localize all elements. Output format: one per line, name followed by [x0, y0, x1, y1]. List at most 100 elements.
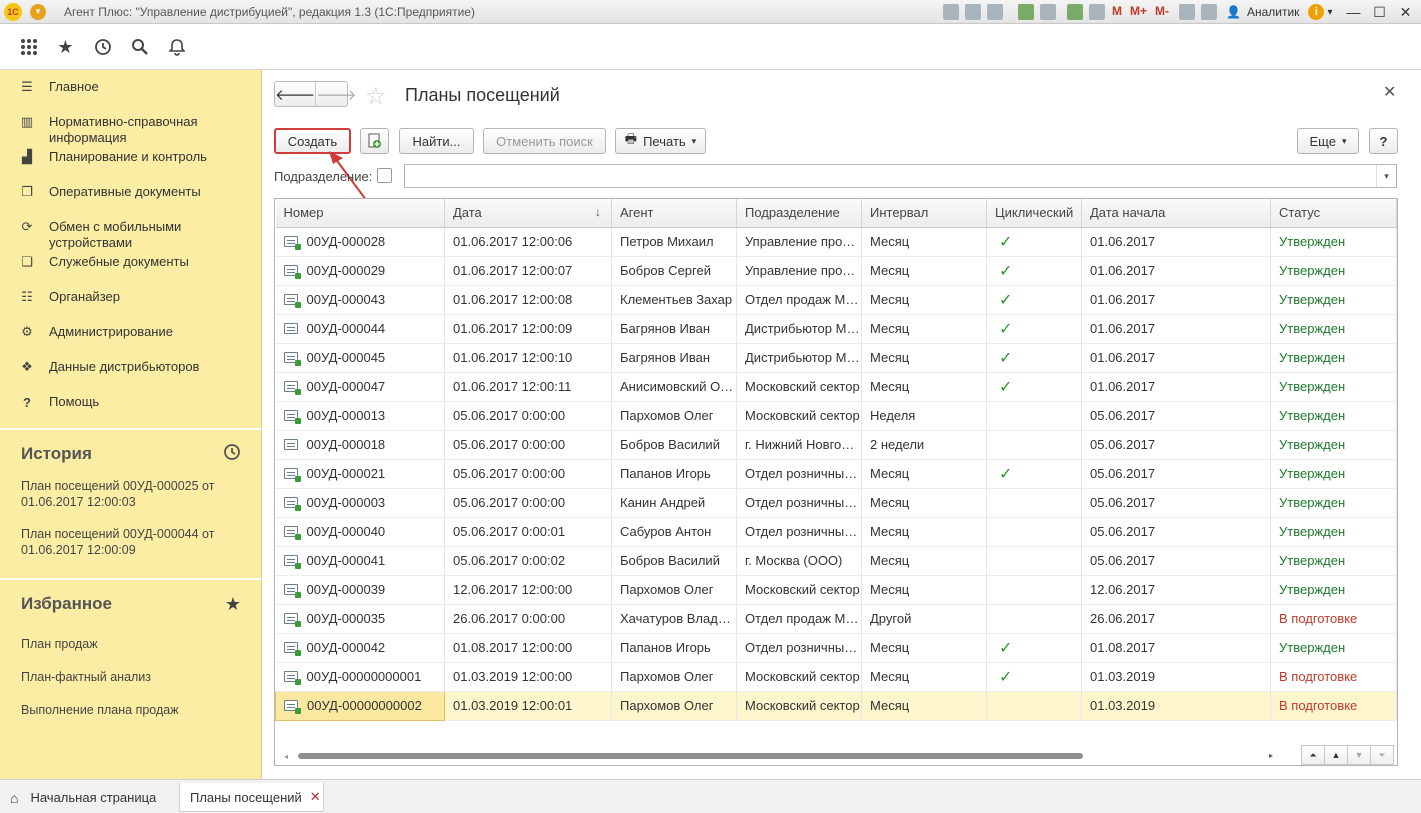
main-menu-icon[interactable]: ▾ [30, 3, 46, 20]
cell-status[interactable]: Утвержден [1270, 430, 1397, 460]
cell-status[interactable]: Утвержден [1270, 488, 1397, 518]
cell-department[interactable]: Отдел розничных продаж [736, 488, 862, 518]
cell-interval[interactable]: Месяц [861, 546, 987, 576]
cell-agent[interactable]: Бобров Василий [611, 430, 737, 460]
chevron-down-icon[interactable]: ▾ [1376, 165, 1396, 187]
save-icon[interactable] [943, 4, 959, 20]
cell-cyclic[interactable] [986, 430, 1082, 460]
cell-start-date[interactable]: 01.06.2017 [1081, 285, 1271, 315]
sidebar-item-administration[interactable]: ⚙ Администрирование [0, 321, 261, 356]
cell-agent[interactable]: Анисимовский Олег [611, 372, 737, 402]
info-dropdown-icon[interactable]: ▾ [1327, 7, 1332, 18]
cell-interval[interactable]: Месяц [861, 662, 987, 692]
cell-agent[interactable]: Сабуров Антон [611, 517, 737, 547]
cell-cyclic[interactable]: ✓ [986, 459, 1082, 489]
table-row[interactable]: 00УД-000029 01.06.2017 12:00:07 Бобров Сер… [275, 256, 1397, 286]
table-row[interactable]: 00УД-000040 05.06.2017 0:00:01 Сабуров Ант… [275, 517, 1397, 547]
cell-number[interactable]: 00УД-000035 [275, 604, 445, 634]
cell-status[interactable]: В подготовке [1270, 662, 1397, 692]
cell-date[interactable]: 01.03.2019 12:00:00 [444, 662, 612, 692]
cell-agent[interactable]: Багрянов Иван [611, 314, 737, 344]
form-close-icon[interactable]: ✕ [1383, 82, 1396, 102]
favorite-item[interactable]: Выполнение плана продаж [0, 694, 261, 727]
cell-start-date[interactable]: 01.03.2019 [1081, 662, 1271, 692]
cell-agent[interactable]: Папанов Игорь [611, 459, 737, 489]
cell-start-date[interactable]: 01.03.2019 [1081, 691, 1271, 721]
cell-department[interactable]: Отдел розничных продаж [736, 517, 862, 547]
cell-cyclic[interactable] [986, 604, 1082, 634]
sidebar-item-main[interactable]: ☰ Главное [0, 76, 261, 111]
cell-number[interactable]: 00УД-000045 [275, 343, 445, 373]
forward-arrow-icon[interactable]: 🡒 [315, 82, 356, 106]
column-header-department[interactable]: Подразделение [736, 199, 862, 228]
history-item[interactable]: План посещений 00УД-000025 от 01.06.2017… [0, 478, 261, 510]
help-button[interactable]: ? [1369, 128, 1398, 154]
cell-start-date[interactable]: 01.06.2017 [1081, 372, 1271, 402]
table-row[interactable]: 00УД-000041 05.06.2017 0:00:02 Бобров Васи… [275, 546, 1397, 576]
cell-interval[interactable]: Месяц [861, 575, 987, 605]
table-row[interactable]: 00УД-000045 01.06.2017 12:00:10 Багрянов И… [275, 343, 1397, 373]
tab-home[interactable]: ⌂ Начальная страница [10, 783, 156, 812]
add-favorite-star-icon[interactable]: ☆ [365, 82, 387, 111]
panels-icon[interactable] [1201, 4, 1218, 20]
cell-status[interactable]: В подготовке [1270, 691, 1397, 721]
table-row[interactable]: 00УД-000028 01.06.2017 12:00:06 Петров Мих… [275, 227, 1397, 257]
table-row[interactable]: 00УД-00000000002 01.03.2019 12:00:01 Пархо… [275, 690, 1397, 721]
cell-number[interactable]: 00УД-00000000001 [275, 662, 445, 692]
cell-number[interactable]: 00УД-000047 [275, 372, 445, 402]
cell-interval[interactable]: Месяц [861, 459, 987, 489]
back-arrow-icon[interactable]: 🡐 [275, 82, 315, 106]
cell-start-date[interactable]: 01.06.2017 [1081, 227, 1271, 257]
column-header-date[interactable]: Дата ↓ [444, 199, 612, 228]
cell-interval[interactable]: Другой [861, 604, 987, 634]
cell-status[interactable]: Утвержден [1270, 401, 1397, 431]
cell-status[interactable]: В подготовке [1270, 604, 1397, 634]
department-filter-input[interactable]: ▾ [404, 164, 1397, 188]
scroll-thumb[interactable] [298, 753, 1083, 759]
cell-agent[interactable]: Папанов Игорь [611, 633, 737, 663]
cell-date[interactable]: 01.06.2017 12:00:06 [444, 227, 612, 257]
zoom-icon[interactable] [1179, 4, 1196, 20]
cell-interval[interactable]: Месяц [861, 314, 987, 344]
favorite-item[interactable]: План продаж [0, 628, 261, 661]
apps-grid-icon[interactable] [10, 32, 47, 62]
cell-interval[interactable]: Неделя [861, 401, 987, 431]
cell-department[interactable]: Московский сектор [736, 372, 862, 402]
upload-icon[interactable] [1018, 4, 1034, 20]
cell-interval[interactable]: Месяц [861, 488, 987, 518]
sidebar-item-distributor-data[interactable]: ❖ Данные дистрибьюторов [0, 356, 261, 391]
maximize-button[interactable]: ☐ [1366, 4, 1392, 21]
window-close-button[interactable]: ✕ [1392, 4, 1418, 21]
cell-department[interactable]: г. Москва (ООО) [736, 546, 862, 576]
table-row[interactable]: 00УД-000039 12.06.2017 12:00:00 Пархомов О… [275, 575, 1397, 605]
scroll-left-icon[interactable]: ◂ [284, 752, 288, 761]
cell-interval[interactable]: 2 недели [861, 430, 987, 460]
cell-status[interactable]: Утвержден [1270, 227, 1397, 257]
cell-date[interactable]: 05.06.2017 0:00:01 [444, 517, 612, 547]
cell-date[interactable]: 01.06.2017 12:00:08 [444, 285, 612, 315]
column-header-agent[interactable]: Агент [611, 199, 737, 228]
cell-department[interactable]: Отдел продаж Москва [736, 285, 862, 315]
column-header-number[interactable]: Номер [275, 199, 445, 228]
more-button[interactable]: Еще ▾ [1297, 128, 1359, 154]
cell-number[interactable]: 00УД-00000000002 [275, 690, 445, 721]
cell-number[interactable]: 00УД-000003 [275, 488, 445, 518]
sidebar-item-mobile-exchange[interactable]: ⟳ Обмен с мобильными устройствами [0, 216, 261, 251]
cell-agent[interactable]: Пархомов Олег [611, 691, 737, 721]
memory-plus-button[interactable]: M+ [1130, 4, 1147, 20]
cell-number[interactable]: 00УД-000028 [275, 227, 445, 257]
cell-department[interactable]: Управление продаж [736, 256, 862, 286]
table-row[interactable]: 00УД-000043 01.06.2017 12:00:08 Клементьев… [275, 285, 1397, 315]
cell-agent[interactable]: Бобров Сергей [611, 256, 737, 286]
cell-department[interactable]: Московский сектор [736, 662, 862, 692]
cell-interval[interactable]: Месяц [861, 517, 987, 547]
column-header-start-date[interactable]: Дата начала [1081, 199, 1271, 228]
cell-interval[interactable]: Месяц [861, 285, 987, 315]
cell-agent[interactable]: Канин Андрей [611, 488, 737, 518]
cell-agent[interactable]: Хачатуров Владимир [611, 604, 737, 634]
minimize-button[interactable]: — [1340, 4, 1366, 20]
cell-interval[interactable]: Месяц [861, 343, 987, 373]
cell-number[interactable]: 00УД-000029 [275, 256, 445, 286]
scroll-down-icon[interactable]: ▼ [1347, 745, 1371, 765]
cell-cyclic[interactable] [986, 575, 1082, 605]
